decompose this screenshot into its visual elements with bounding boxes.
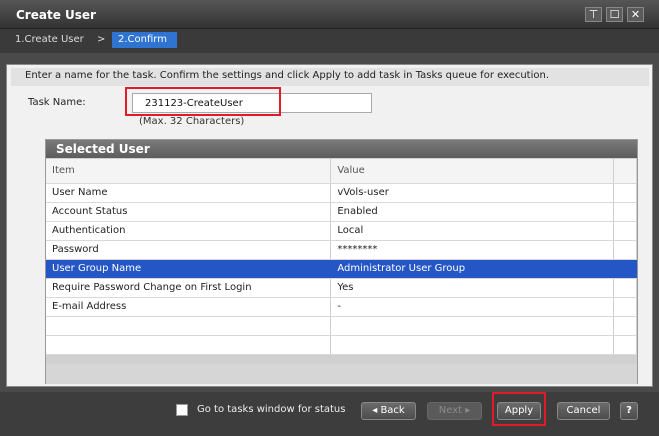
row-value: Enabled: [330, 202, 615, 222]
row-item: User Name: [46, 183, 332, 203]
step-create-user[interactable]: 1.Create User: [15, 34, 84, 45]
footer-bar: Go to tasks window for status ◂ Back Nex…: [0, 392, 659, 436]
cancel-button[interactable]: Cancel: [557, 402, 610, 420]
selected-user-table: Item Value User Name vVols-user Account …: [46, 159, 637, 355]
table-row[interactable]: Password ********: [46, 240, 637, 260]
step-separator: >: [97, 34, 106, 45]
task-name-label: Task Name:: [28, 97, 86, 108]
close-icon[interactable]: ✕: [627, 7, 644, 22]
row-item: Account Status: [46, 202, 332, 222]
table-row[interactable]: Account Status Enabled: [46, 202, 637, 222]
window-title: Create User: [16, 8, 96, 22]
step-confirm: 2.Confirm: [112, 32, 177, 48]
column-header-item[interactable]: Item: [46, 159, 332, 184]
column-header-value[interactable]: Value: [330, 159, 615, 184]
table-row-empty: [46, 316, 637, 336]
back-button[interactable]: ◂ Back: [361, 402, 416, 420]
row-value: vVols-user: [330, 183, 615, 203]
table-row[interactable]: Authentication Local: [46, 221, 637, 241]
row-value: Administrator User Group: [330, 259, 615, 279]
next-button: Next ▸: [427, 402, 482, 420]
help-button[interactable]: ?: [620, 402, 638, 420]
apply-button[interactable]: Apply: [497, 402, 541, 420]
create-user-dialog: Create User ⊤ ☐ ✕ 1.Create User > 2.Conf…: [0, 0, 659, 436]
column-header-spacer: [613, 159, 637, 184]
table-row[interactable]: Require Password Change on First Login Y…: [46, 278, 637, 298]
row-item: Password: [46, 240, 332, 260]
row-item: E-mail Address: [46, 297, 332, 317]
table-row-selected[interactable]: User Group Name Administrator User Group: [46, 259, 637, 279]
table-header: Item Value: [46, 159, 637, 184]
content-area: Enter a name for the task. Confirm the s…: [6, 64, 653, 387]
table-row[interactable]: User Name vVols-user: [46, 183, 637, 203]
task-name-highlight: [125, 87, 281, 116]
task-name-hint: (Max. 32 Characters): [139, 116, 245, 127]
panel-footer: [46, 364, 637, 384]
instructions: Enter a name for the task. Confirm the s…: [11, 68, 649, 86]
row-item: Require Password Change on First Login: [46, 278, 332, 298]
row-value: Local: [330, 221, 615, 241]
selected-user-panel: Selected User Item Value User Name vVols…: [45, 139, 638, 384]
row-value: ********: [330, 240, 615, 260]
row-value: Yes: [330, 278, 615, 298]
table-row[interactable]: E-mail Address -: [46, 297, 637, 317]
panel-title: Selected User: [46, 140, 637, 158]
row-item: Authentication: [46, 221, 332, 241]
tasks-window-checkbox-label[interactable]: Go to tasks window for status: [197, 404, 345, 415]
pin-icon[interactable]: ⊤: [585, 7, 602, 22]
row-value: -: [330, 297, 615, 317]
table-row-empty: [46, 335, 637, 355]
tasks-window-checkbox[interactable]: [176, 404, 188, 416]
step-bar: 1.Create User > 2.Confirm: [0, 29, 659, 53]
maximize-icon[interactable]: ☐: [606, 7, 623, 22]
row-item: User Group Name: [46, 259, 332, 279]
title-bar: Create User ⊤ ☐ ✕: [0, 0, 659, 29]
